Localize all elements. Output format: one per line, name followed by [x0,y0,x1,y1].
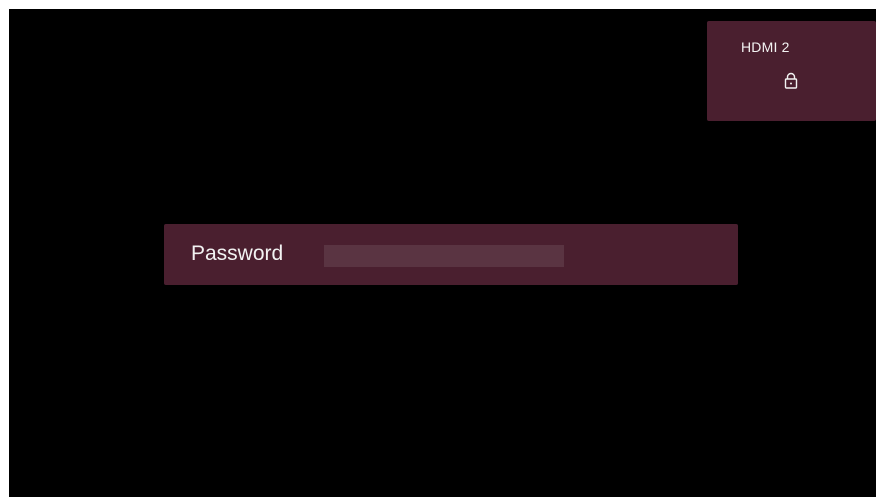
lock-icon [781,71,801,91]
password-label: Password [191,242,284,265]
tv-screen: HDMI 2 Password [9,9,876,497]
input-source-card: HDMI 2 [707,21,876,121]
password-input[interactable] [324,245,564,267]
input-source-name: HDMI 2 [741,39,790,55]
password-dialog: Password [164,224,738,285]
